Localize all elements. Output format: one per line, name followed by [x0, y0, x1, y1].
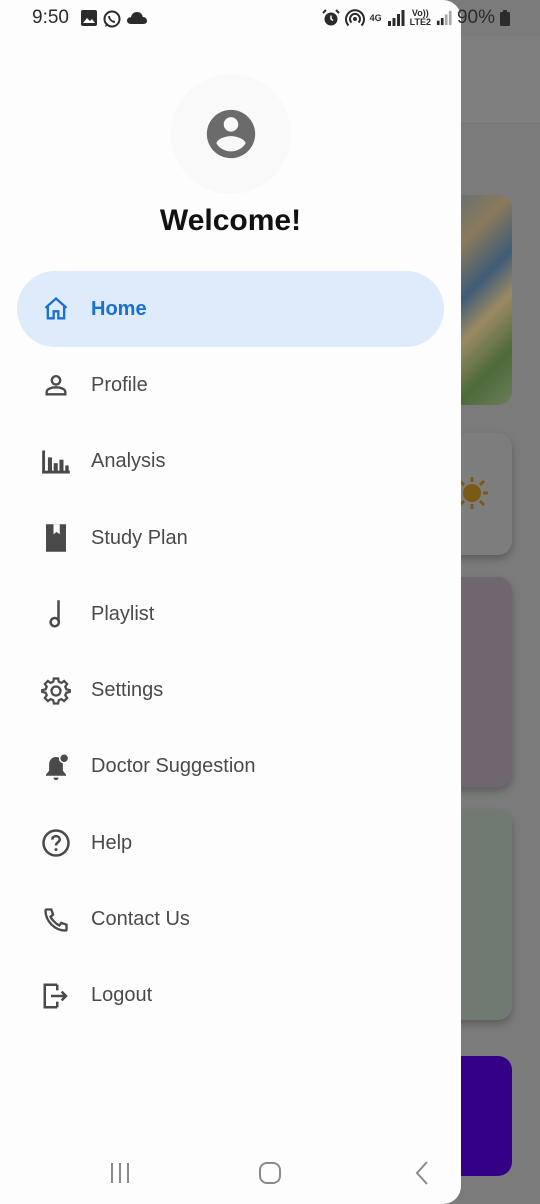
logout-icon — [41, 981, 71, 1011]
menu-label: Doctor Suggestion — [91, 755, 256, 778]
menu-label: Home — [91, 297, 147, 320]
battery-icon — [500, 10, 510, 26]
notification-bell-icon — [41, 752, 71, 782]
home-nav-icon — [259, 1162, 281, 1184]
bar-chart-icon — [41, 447, 71, 477]
network-type-label: 4G — [369, 12, 382, 23]
navigation-drawer: Welcome! Home Profile Analysis Study Pla… — [0, 0, 461, 1204]
phone-icon — [41, 905, 71, 935]
person-icon — [41, 370, 71, 400]
home-button[interactable] — [250, 1158, 290, 1188]
signal-icon — [387, 10, 405, 26]
menu-label: Contact Us — [91, 908, 190, 931]
menu-item-doctor-suggestion[interactable]: Doctor Suggestion — [17, 729, 444, 805]
menu-item-playlist[interactable]: Playlist — [17, 576, 444, 652]
menu-item-help[interactable]: Help — [17, 805, 444, 881]
menu-label: Analysis — [91, 450, 166, 473]
account-circle-icon — [206, 109, 256, 159]
help-circle-icon — [41, 828, 71, 858]
battery-percent: 90% — [456, 7, 495, 28]
gear-icon — [41, 676, 71, 706]
image-icon — [81, 10, 97, 26]
menu-item-contact-us[interactable]: Contact Us — [17, 881, 444, 957]
cloud-icon — [127, 12, 147, 24]
menu-item-logout[interactable]: Logout — [17, 958, 444, 1034]
menu-label: Logout — [91, 984, 153, 1007]
music-note-icon — [41, 599, 71, 629]
menu-item-profile[interactable]: Profile — [17, 347, 444, 423]
recents-icon — [111, 1163, 129, 1183]
menu-label: Playlist — [91, 602, 155, 625]
book-icon — [41, 523, 71, 553]
back-button[interactable] — [402, 1158, 442, 1188]
menu-item-settings[interactable]: Settings — [17, 652, 444, 728]
menu-label: Help — [91, 831, 133, 854]
welcome-heading: Welcome! — [159, 204, 302, 237]
whatsapp-icon — [103, 10, 121, 28]
status-time: 9:50 — [32, 7, 69, 28]
menu-item-home[interactable]: Home — [17, 271, 444, 348]
recents-button[interactable] — [100, 1158, 140, 1188]
alarm-icon — [321, 9, 340, 26]
avatar[interactable] — [171, 74, 291, 194]
signal-icon-sim2 — [436, 10, 452, 26]
status-bar: 9:50 4G Vo)) LTE2 90% — [0, 0, 540, 36]
drawer-menu: Home Profile Analysis Study Plan Playlis… — [0, 271, 461, 1034]
home-icon — [41, 294, 71, 324]
menu-item-study-plan[interactable]: Study Plan — [17, 500, 444, 576]
menu-label: Settings — [91, 679, 164, 702]
system-status-icons: 4G Vo)) LTE2 90% — [321, 7, 510, 29]
menu-label: Study Plan — [91, 526, 188, 549]
menu-item-analysis[interactable]: Analysis — [17, 424, 444, 500]
volte-label: Vo)) LTE2 — [409, 8, 431, 27]
hotspot-icon — [344, 9, 365, 27]
menu-label: Profile — [91, 373, 148, 396]
notification-icons — [80, 9, 148, 29]
back-icon — [415, 1161, 428, 1185]
system-navigation-bar — [0, 1146, 461, 1198]
